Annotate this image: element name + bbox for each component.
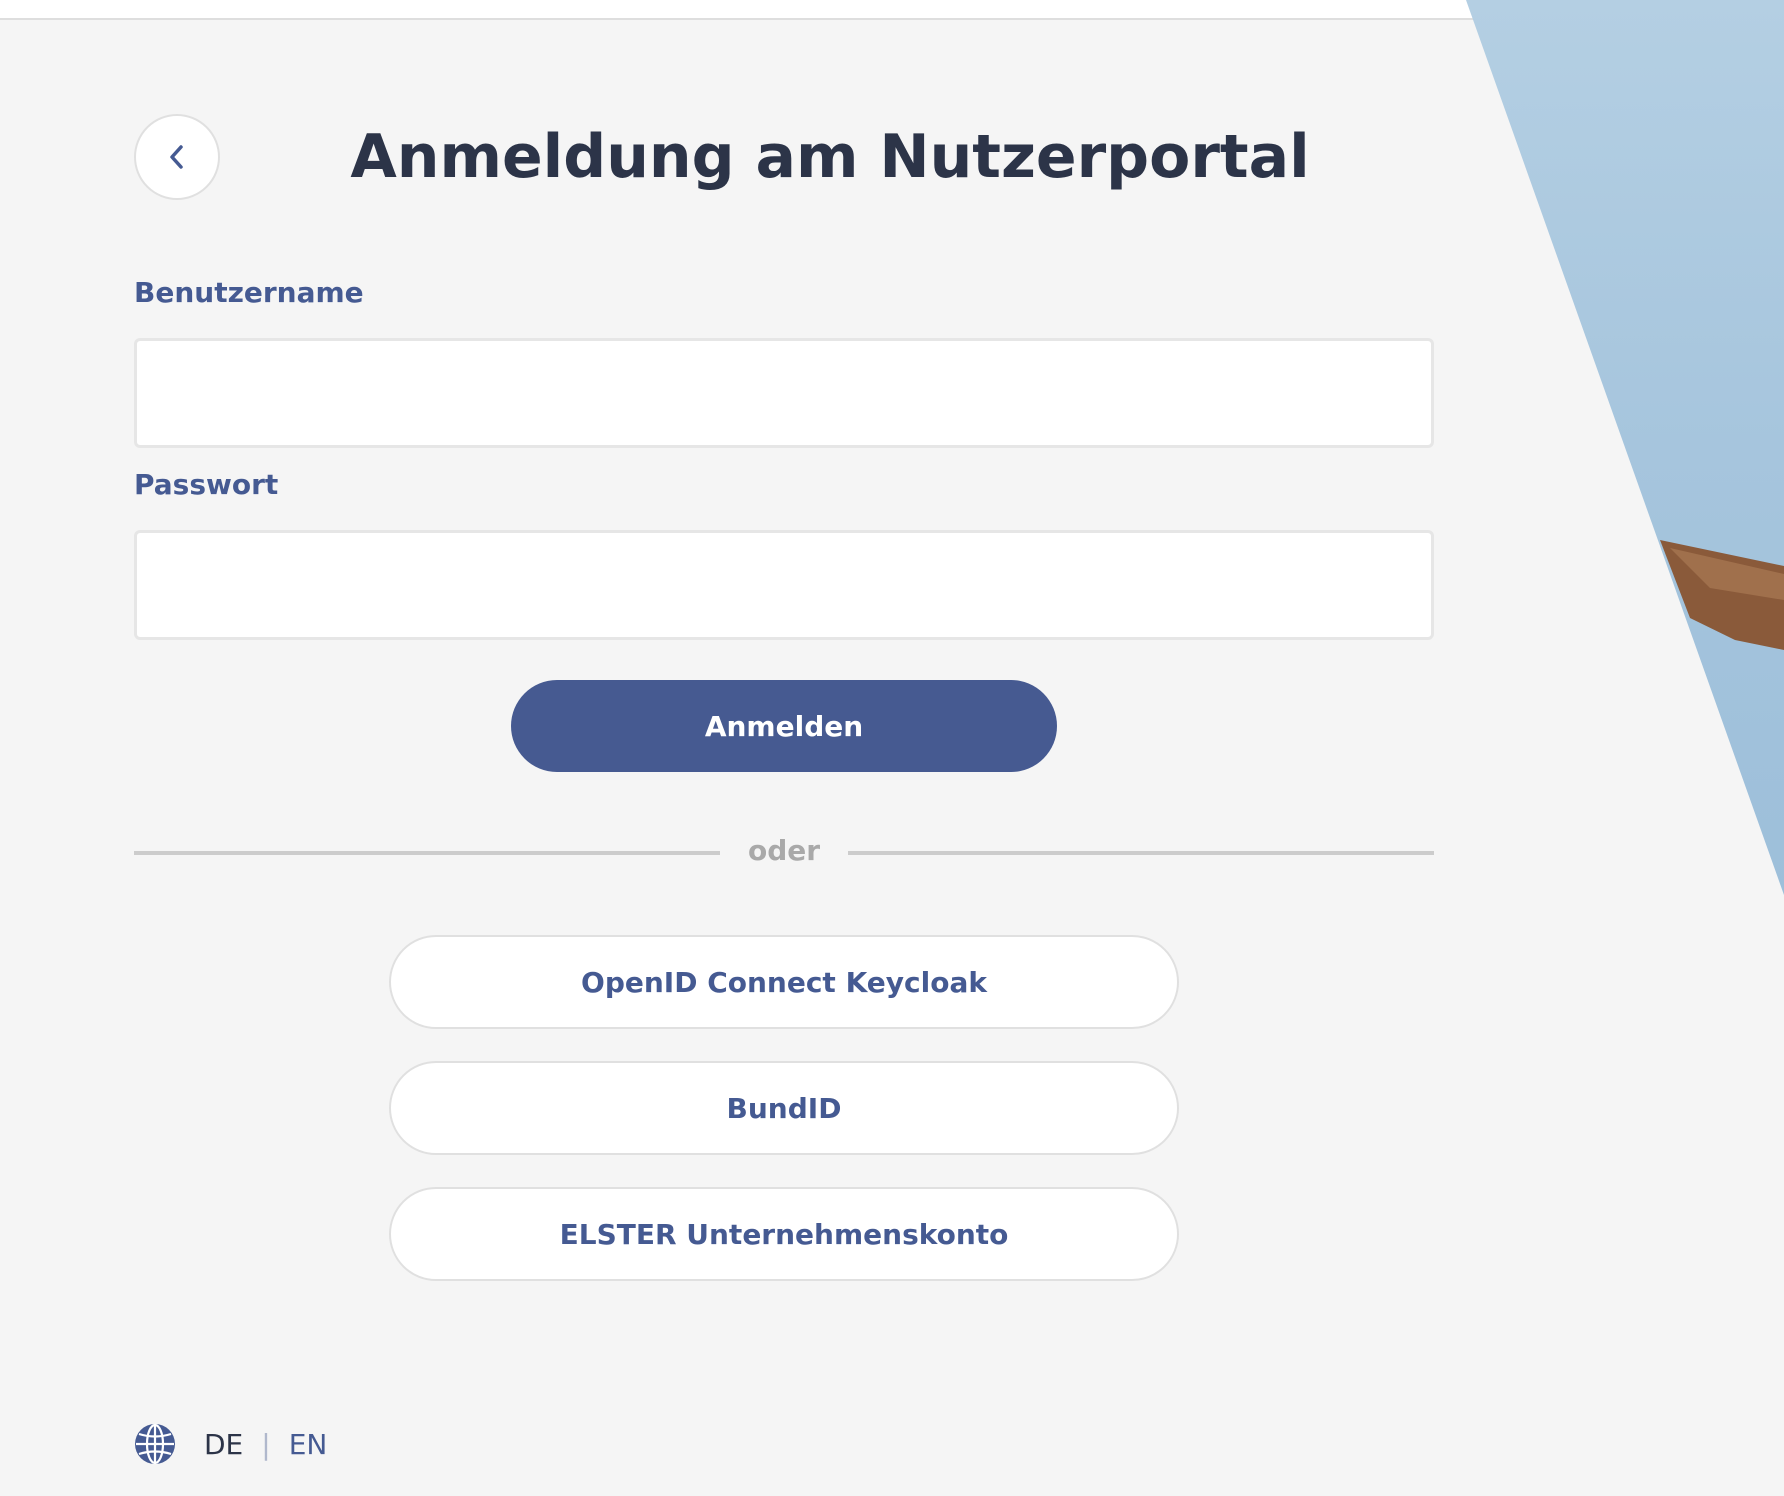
password-label: Passwort [134, 468, 279, 501]
language-option-de[interactable]: DE [204, 1428, 243, 1461]
password-input[interactable] [134, 530, 1434, 640]
top-bar [0, 0, 1784, 20]
divider-text: oder [747, 834, 821, 867]
divider-line-left [134, 851, 720, 855]
divider-line-right [848, 851, 1434, 855]
elster-unternehmenskonto-button[interactable]: ELSTER Unternehmenskonto [389, 1187, 1179, 1281]
login-button[interactable]: Anmelden [511, 680, 1057, 772]
openid-connect-keycloak-button[interactable]: OpenID Connect Keycloak [389, 935, 1179, 1029]
page-title: Anmeldung am Nutzerportal [350, 122, 1310, 192]
back-button[interactable] [134, 114, 220, 200]
username-input[interactable] [134, 338, 1434, 448]
chevron-left-icon [170, 145, 183, 169]
bundid-button[interactable]: BundID [389, 1061, 1179, 1155]
language-option-en[interactable]: EN [289, 1428, 328, 1461]
language-switcher: DE | EN [134, 1422, 327, 1466]
language-separator: | [261, 1427, 271, 1461]
globe-icon [134, 1423, 176, 1465]
username-label: Benutzername [134, 276, 364, 309]
